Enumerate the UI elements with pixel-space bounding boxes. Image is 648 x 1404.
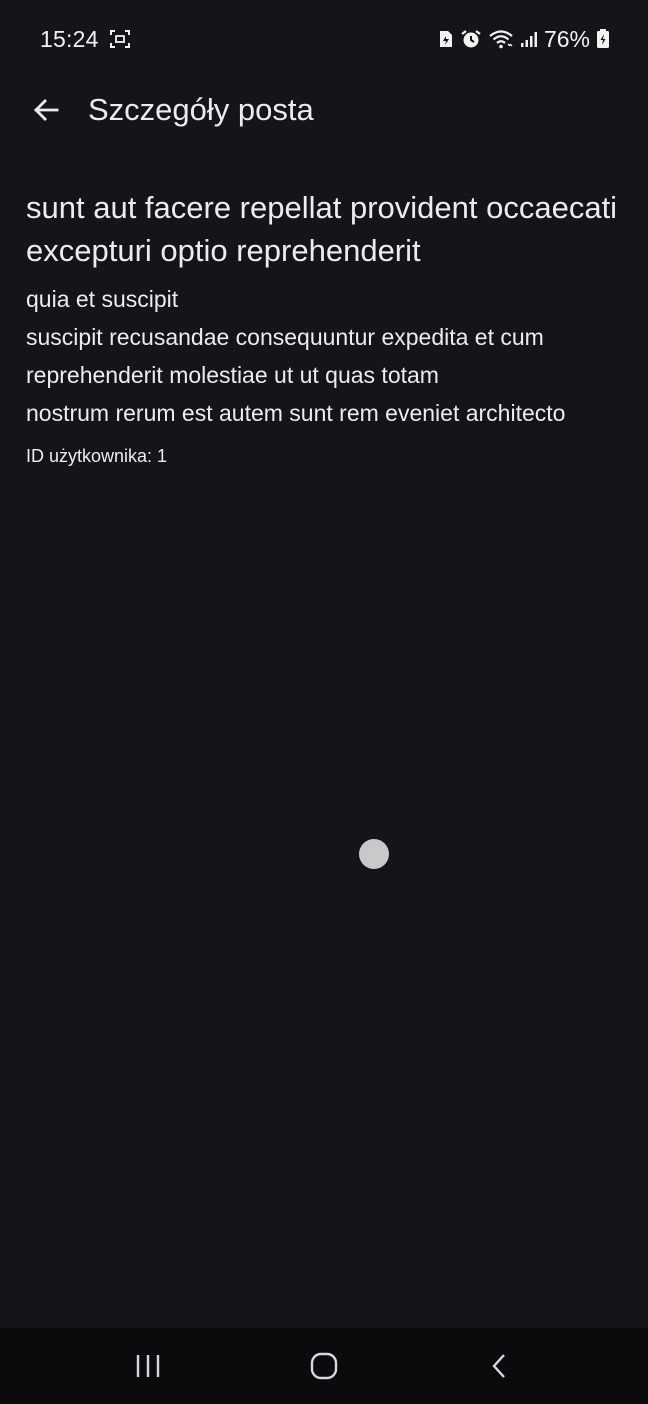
- alarm-icon: [460, 29, 482, 49]
- post-title: sunt aut facere repellat provident occae…: [26, 190, 618, 268]
- post-body: quia et suscipit suscipit recusandae con…: [26, 286, 566, 426]
- arrow-left-icon: [32, 96, 60, 124]
- post-user-id: ID użytkownika: 1: [26, 446, 168, 466]
- battery-icon: [596, 28, 610, 50]
- sim-icon: [438, 29, 454, 49]
- screenshot-icon: [109, 29, 131, 49]
- recent-apps-icon: [134, 1353, 162, 1379]
- back-icon: [489, 1352, 511, 1380]
- top-app-bar: Szczegóły posta: [0, 78, 648, 142]
- touch-indicator: [359, 839, 389, 869]
- post-details: sunt aut facere repellat provident occae…: [26, 186, 626, 468]
- recent-apps-button[interactable]: [116, 1336, 180, 1396]
- wifi-icon: [488, 29, 514, 49]
- home-button[interactable]: [292, 1336, 356, 1396]
- battery-percentage: 76%: [543, 25, 590, 52]
- home-icon: [309, 1351, 339, 1381]
- signal-icon: [520, 29, 538, 49]
- status-time: 15:24: [40, 25, 99, 52]
- status-right: 76%: [438, 26, 610, 53]
- screen: 15:24 76% Szczegóły posta sunt aut facer…: [0, 0, 648, 1404]
- navigation-bar: [0, 1328, 648, 1404]
- page-title: Szczegóły posta: [88, 92, 314, 127]
- status-left: 15:24: [40, 26, 131, 53]
- back-button[interactable]: [24, 88, 68, 132]
- system-back-button[interactable]: [468, 1336, 532, 1396]
- status-bar: 15:24 76%: [0, 0, 648, 78]
